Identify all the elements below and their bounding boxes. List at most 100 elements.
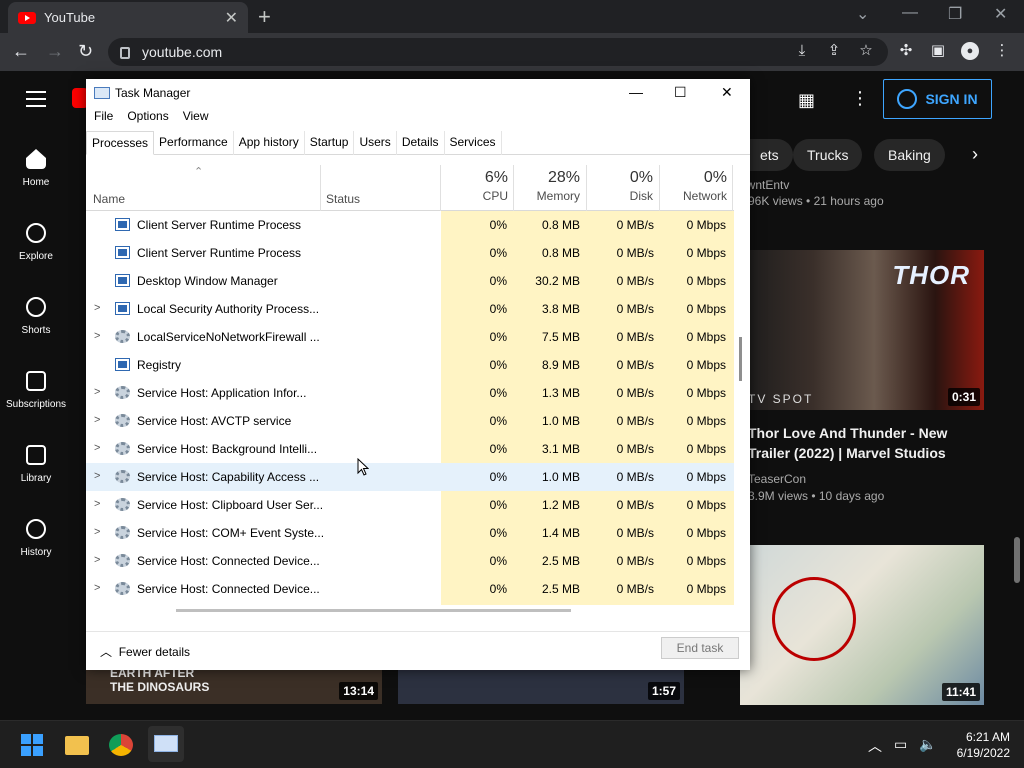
- expand-chevron-icon[interactable]: >: [94, 582, 100, 594]
- install-app-icon[interactable]: ⤓: [793, 42, 811, 60]
- table-row[interactable]: Client Server Runtime Process 0% 0.8 MB 0 M…: [86, 211, 734, 239]
- system-clock[interactable]: 6:21 AM 6/19/2022: [946, 729, 1010, 761]
- table-row[interactable]: > Service Host: Capability Access ... 0% 1.…: [86, 463, 734, 491]
- tab-app-history[interactable]: App history: [234, 131, 305, 155]
- network-label: Network: [682, 189, 727, 203]
- table-row[interactable]: > Service Host: Background Intelli... 0% 3.…: [86, 435, 734, 463]
- start-icon[interactable]: [21, 734, 45, 756]
- show-hidden-icons-icon[interactable]: ︿: [868, 736, 882, 756]
- minimize-button[interactable]: —: [902, 4, 918, 22]
- sidebar-item-explore[interactable]: Explore: [0, 223, 72, 262]
- tab-processes[interactable]: Processes: [86, 131, 155, 155]
- table-row[interactable]: Desktop Window Manager 0% 30.2 MB 0 MB/s 0 M…: [86, 267, 734, 295]
- column-status[interactable]: Status: [326, 192, 360, 206]
- expand-chevron-icon[interactable]: >: [94, 330, 100, 342]
- filter-chip[interactable]: Trucks: [793, 139, 863, 171]
- maximize-button[interactable]: ☐: [674, 84, 687, 101]
- sidebar-item-home[interactable]: Home: [0, 149, 72, 188]
- tab-search-icon[interactable]: ⌄: [856, 4, 869, 24]
- video-duration: 1:57: [647, 682, 680, 700]
- fewer-details-button[interactable]: ︿ Fewer details: [100, 643, 190, 660]
- close-button[interactable]: ✕: [721, 84, 733, 101]
- expand-chevron-icon[interactable]: >: [94, 414, 100, 426]
- minimize-button[interactable]: —: [629, 84, 643, 100]
- expand-chevron-icon[interactable]: >: [94, 442, 100, 454]
- table-row[interactable]: > Service Host: Connected Device... 0% 2.5 …: [86, 575, 734, 603]
- youtube-favicon-icon: [18, 11, 36, 24]
- column-name[interactable]: Name: [93, 192, 125, 206]
- network-total: 0%: [703, 169, 727, 186]
- forward-arrow-icon[interactable]: →: [46, 41, 64, 62]
- video-thumbnail[interactable]: EARTH AFTER THE DINOSAURS 13:14: [86, 666, 382, 704]
- tab-details[interactable]: Details: [397, 131, 445, 155]
- expand-chevron-icon[interactable]: >: [94, 302, 100, 314]
- menu-options[interactable]: Options: [127, 109, 168, 127]
- extensions-puzzle-icon[interactable]: ✣: [897, 42, 915, 60]
- expand-chevron-icon[interactable]: >: [94, 526, 100, 538]
- video-duration: 13:14: [339, 682, 378, 700]
- table-row[interactable]: > Service Host: AVCTP service 0% 1.0 MB 0 MB…: [86, 407, 734, 435]
- video-thumbnail[interactable]: 1:57: [398, 670, 684, 704]
- sidebar-item-subscriptions[interactable]: Subscriptions: [0, 371, 72, 410]
- sidebar-item-history[interactable]: History: [0, 519, 72, 558]
- table-row[interactable]: > LocalServiceNoNetworkFirewall ... 0% 7.5 …: [86, 323, 734, 351]
- hamburger-menu-icon[interactable]: [26, 91, 46, 107]
- profile-avatar-icon[interactable]: ●: [961, 42, 979, 60]
- address-bar[interactable]: youtube.com: [108, 38, 888, 66]
- chevron-right-icon[interactable]: ›: [972, 144, 978, 165]
- volume-icon[interactable]: 🔈: [919, 736, 936, 753]
- bookmark-star-icon[interactable]: ☆: [857, 42, 875, 60]
- network-icon[interactable]: ▭: [894, 736, 907, 753]
- page-scrollbar[interactable]: [1014, 537, 1020, 583]
- column-network[interactable]: 0% Network: [660, 169, 727, 203]
- table-row[interactable]: > Local Security Authority Process... 0% 3.…: [86, 295, 734, 323]
- apps-grid-icon[interactable]: ▦: [798, 90, 815, 111]
- table-row[interactable]: > Service Host: Connected Device... 0% 2.5 …: [86, 547, 734, 575]
- expand-chevron-icon[interactable]: >: [94, 470, 100, 482]
- tab-services[interactable]: Services: [445, 131, 502, 155]
- video-thumbnail[interactable]: THOR TV SPOT 0:31: [740, 250, 984, 410]
- table-row[interactable]: > Service Host: Application Infor... 0% 1.3…: [86, 379, 734, 407]
- expand-chevron-icon[interactable]: >: [94, 386, 100, 398]
- share-icon[interactable]: ⇪: [825, 42, 843, 60]
- browser-tab[interactable]: YouTube ✕: [8, 2, 248, 33]
- table-row[interactable]: Registry 0% 8.9 MB 0 MB/s 0 Mbps: [86, 351, 734, 379]
- tab-users[interactable]: Users: [354, 131, 397, 155]
- column-cpu[interactable]: 6% CPU: [441, 169, 508, 203]
- tab-startup[interactable]: Startup: [305, 131, 355, 155]
- sign-in-button[interactable]: SIGN IN: [883, 79, 992, 119]
- expand-chevron-icon[interactable]: >: [94, 554, 100, 566]
- back-arrow-icon[interactable]: ←: [12, 41, 30, 62]
- reload-icon[interactable]: ↻: [78, 41, 93, 62]
- video-channel-name[interactable]: TeaserCon: [748, 472, 806, 486]
- settings-kebab-icon[interactable]: ⋮: [851, 88, 869, 109]
- file-explorer-icon[interactable]: [65, 736, 89, 755]
- table-row[interactable]: Client Server Runtime Process 0% 0.8 MB 0 M…: [86, 239, 734, 267]
- end-task-button[interactable]: End task: [661, 637, 739, 659]
- new-tab-button[interactable]: +: [258, 4, 271, 30]
- restore-button[interactable]: ❐: [948, 4, 962, 24]
- sidebar-item-shorts[interactable]: Shorts: [0, 297, 72, 336]
- horizontal-scrollbar[interactable]: [176, 609, 571, 612]
- video-thumbnail[interactable]: 11:41: [740, 545, 984, 705]
- table-row[interactable]: > Service Host: COM+ Event Syste... 0% 1.4 …: [86, 519, 734, 547]
- menu-view[interactable]: View: [183, 109, 209, 127]
- title-bar[interactable]: Task Manager — ☐ ✕: [86, 79, 750, 107]
- vertical-scrollbar[interactable]: [739, 337, 742, 381]
- tab-performance[interactable]: Performance: [154, 131, 234, 155]
- close-window-button[interactable]: ✕: [994, 4, 1007, 24]
- expand-chevron-icon[interactable]: >: [94, 498, 100, 510]
- filter-chip[interactable]: Baking: [874, 139, 945, 171]
- column-disk[interactable]: 0% Disk: [587, 169, 653, 203]
- sidebar-item-library[interactable]: Library: [0, 445, 72, 484]
- video-title[interactable]: Thor Love And Thunder - New Trailer (202…: [748, 423, 988, 463]
- chrome-menu-icon[interactable]: ⋮: [993, 42, 1011, 60]
- table-row[interactable]: > Service Host: Clipboard User Ser... 0% 1.…: [86, 491, 734, 519]
- task-manager-taskbar-button[interactable]: [148, 726, 184, 762]
- tab-close-icon[interactable]: ✕: [225, 8, 238, 28]
- menu-file[interactable]: File: [94, 109, 113, 127]
- column-memory[interactable]: 28% Memory: [514, 169, 580, 203]
- side-panel-icon[interactable]: ▣: [929, 42, 947, 60]
- process-name: Service Host: AVCTP service: [137, 414, 292, 428]
- chrome-icon[interactable]: [109, 734, 133, 756]
